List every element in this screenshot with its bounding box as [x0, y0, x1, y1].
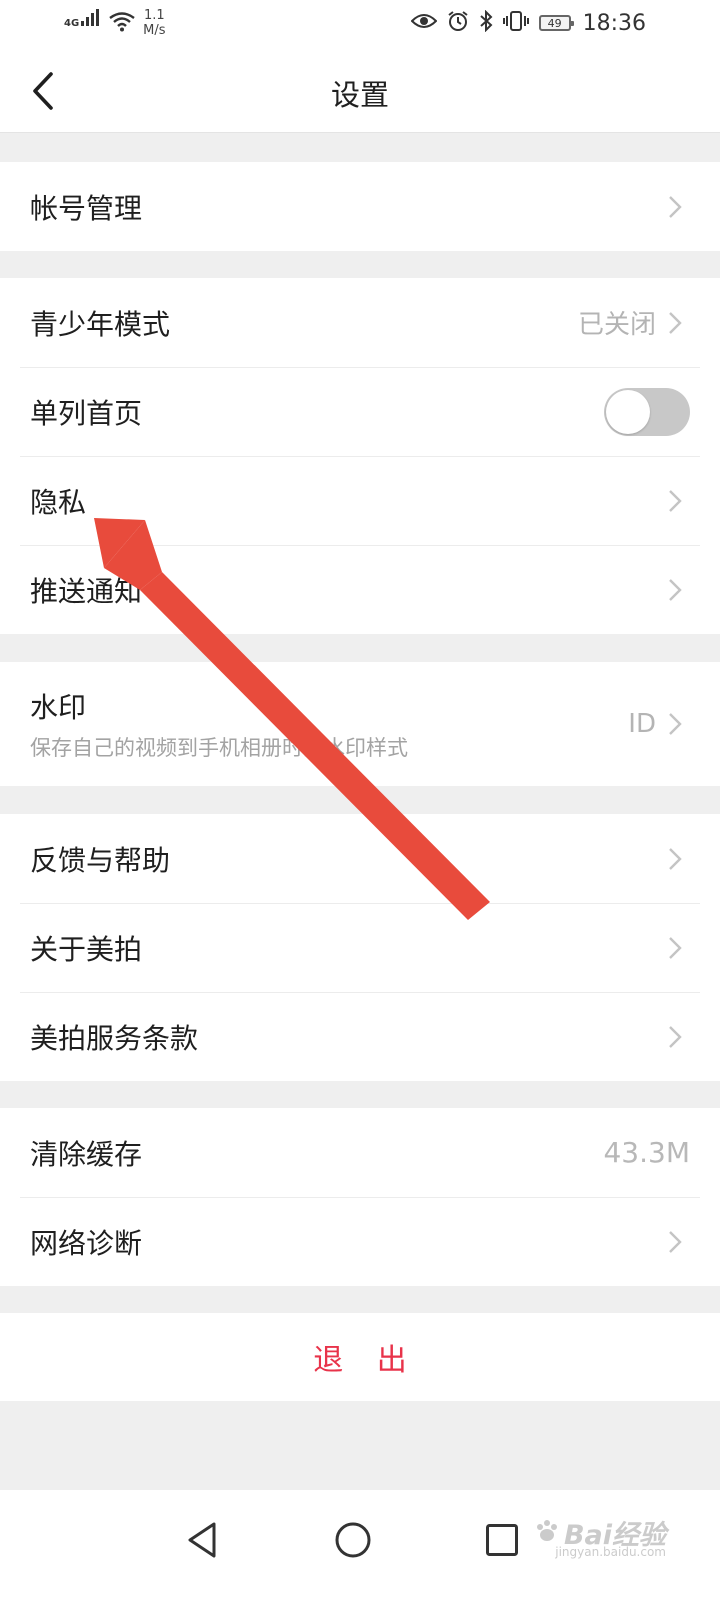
- watermark-description: 保存自己的视频到手机相册时的水印样式: [30, 736, 408, 760]
- nav-recent-button[interactable]: [472, 1510, 532, 1570]
- nav-home-button[interactable]: [323, 1510, 383, 1570]
- terms-of-service-item[interactable]: 美拍服务条款: [0, 992, 720, 1081]
- about-meipai-label: 关于美拍: [30, 932, 143, 966]
- nav-back-icon: [188, 1522, 216, 1558]
- chevron-right-icon: [666, 487, 684, 515]
- chevron-right-icon: [666, 309, 684, 337]
- chevron-right-icon: [666, 1023, 684, 1051]
- network-type: 4G: [64, 18, 80, 29]
- alarm-icon: [447, 10, 469, 36]
- single-column-home-toggle[interactable]: [604, 387, 690, 436]
- vibrate-icon: [502, 10, 529, 36]
- push-notification-label: 推送通知: [30, 574, 143, 608]
- baidu-watermark: Bai经验 jingyan.baidu.com: [534, 1513, 666, 1559]
- chevron-right-icon: [666, 845, 684, 873]
- network-diagnosis-item[interactable]: 网络诊断: [0, 1197, 720, 1286]
- speed-value: 1.1: [144, 8, 165, 23]
- settings-group-watermark: 水印 保存自己的视频到手机相册时的水印样式 ID: [0, 662, 720, 786]
- watermark-text: 水印 保存自己的视频到手机相册时的水印样式: [30, 686, 408, 762]
- feedback-help-label: 反馈与帮助: [30, 843, 171, 877]
- network-speed: 1.1 M/s: [143, 8, 165, 38]
- header: 设置: [0, 50, 720, 133]
- nav-recent-icon: [486, 1524, 518, 1556]
- settings-group-storage: 清除缓存 43.3M 网络诊断: [0, 1108, 720, 1286]
- chevron-right-icon: [666, 576, 684, 604]
- teen-mode-right: 已关闭: [578, 304, 684, 341]
- watermark-item[interactable]: 水印 保存自己的视频到手机相册时的水印样式 ID: [0, 662, 720, 786]
- nav-back-button[interactable]: [172, 1510, 232, 1570]
- eye-icon: [410, 12, 438, 34]
- battery-icon: 49: [538, 15, 574, 31]
- chevron-right-icon: [666, 1228, 684, 1256]
- privacy-label: 隐私: [30, 485, 87, 519]
- network-indicator: 4G: [64, 8, 101, 30]
- toggle-knob: [606, 389, 650, 434]
- bluetooth-icon: [479, 9, 493, 36]
- push-notification-item[interactable]: 推送通知: [0, 545, 720, 634]
- speed-unit: M/s: [143, 23, 166, 38]
- settings-group-general: 青少年模式 已关闭 单列首页 隐私 推送通知: [0, 278, 720, 634]
- watermark-right: ID: [628, 709, 684, 739]
- account-management-item[interactable]: 帐号管理: [0, 162, 720, 251]
- watermark-style-value: ID: [628, 709, 656, 739]
- teen-mode-label: 青少年模式: [30, 307, 171, 341]
- cache-size: 43.3M: [603, 1136, 690, 1169]
- clock: 18:36: [582, 10, 646, 36]
- nav-home-icon: [335, 1522, 371, 1558]
- status-right: 49 18:36: [410, 9, 646, 36]
- chevron-right-icon: [666, 710, 684, 738]
- settings-group-help: 反馈与帮助 关于美拍 美拍服务条款: [0, 814, 720, 1081]
- teen-mode-status: 已关闭: [577, 310, 656, 340]
- chevron-right-icon: [666, 193, 684, 221]
- terms-of-service-label: 美拍服务条款: [30, 1021, 199, 1055]
- page-title: 设置: [330, 78, 389, 112]
- status-bar: 4G 1.1 M/s 49 18:36: [0, 0, 720, 50]
- network-diagnosis-label: 网络诊断: [30, 1226, 143, 1260]
- chevron-right-icon: [666, 934, 684, 962]
- watermark-label: 水印: [30, 691, 87, 724]
- signal-icon: [81, 8, 101, 30]
- logout-button[interactable]: 退 出: [0, 1313, 720, 1401]
- paw-icon: [534, 1518, 560, 1548]
- account-management-label: 帐号管理: [30, 191, 143, 225]
- single-column-home-label: 单列首页: [30, 396, 143, 430]
- clear-cache-label: 清除缓存: [30, 1137, 143, 1171]
- teen-mode-item[interactable]: 青少年模式 已关闭: [0, 278, 720, 367]
- feedback-help-item[interactable]: 反馈与帮助: [0, 814, 720, 903]
- single-column-home-item: 单列首页: [0, 367, 720, 456]
- settings-group-account: 帐号管理: [0, 162, 720, 251]
- watermark-site: jingyan.baidu.com: [555, 1545, 666, 1559]
- about-meipai-item[interactable]: 关于美拍: [0, 903, 720, 992]
- wifi-icon: [109, 12, 135, 36]
- clear-cache-item[interactable]: 清除缓存 43.3M: [0, 1108, 720, 1197]
- status-left: 4G 1.1 M/s: [64, 8, 166, 38]
- privacy-item[interactable]: 隐私: [0, 456, 720, 545]
